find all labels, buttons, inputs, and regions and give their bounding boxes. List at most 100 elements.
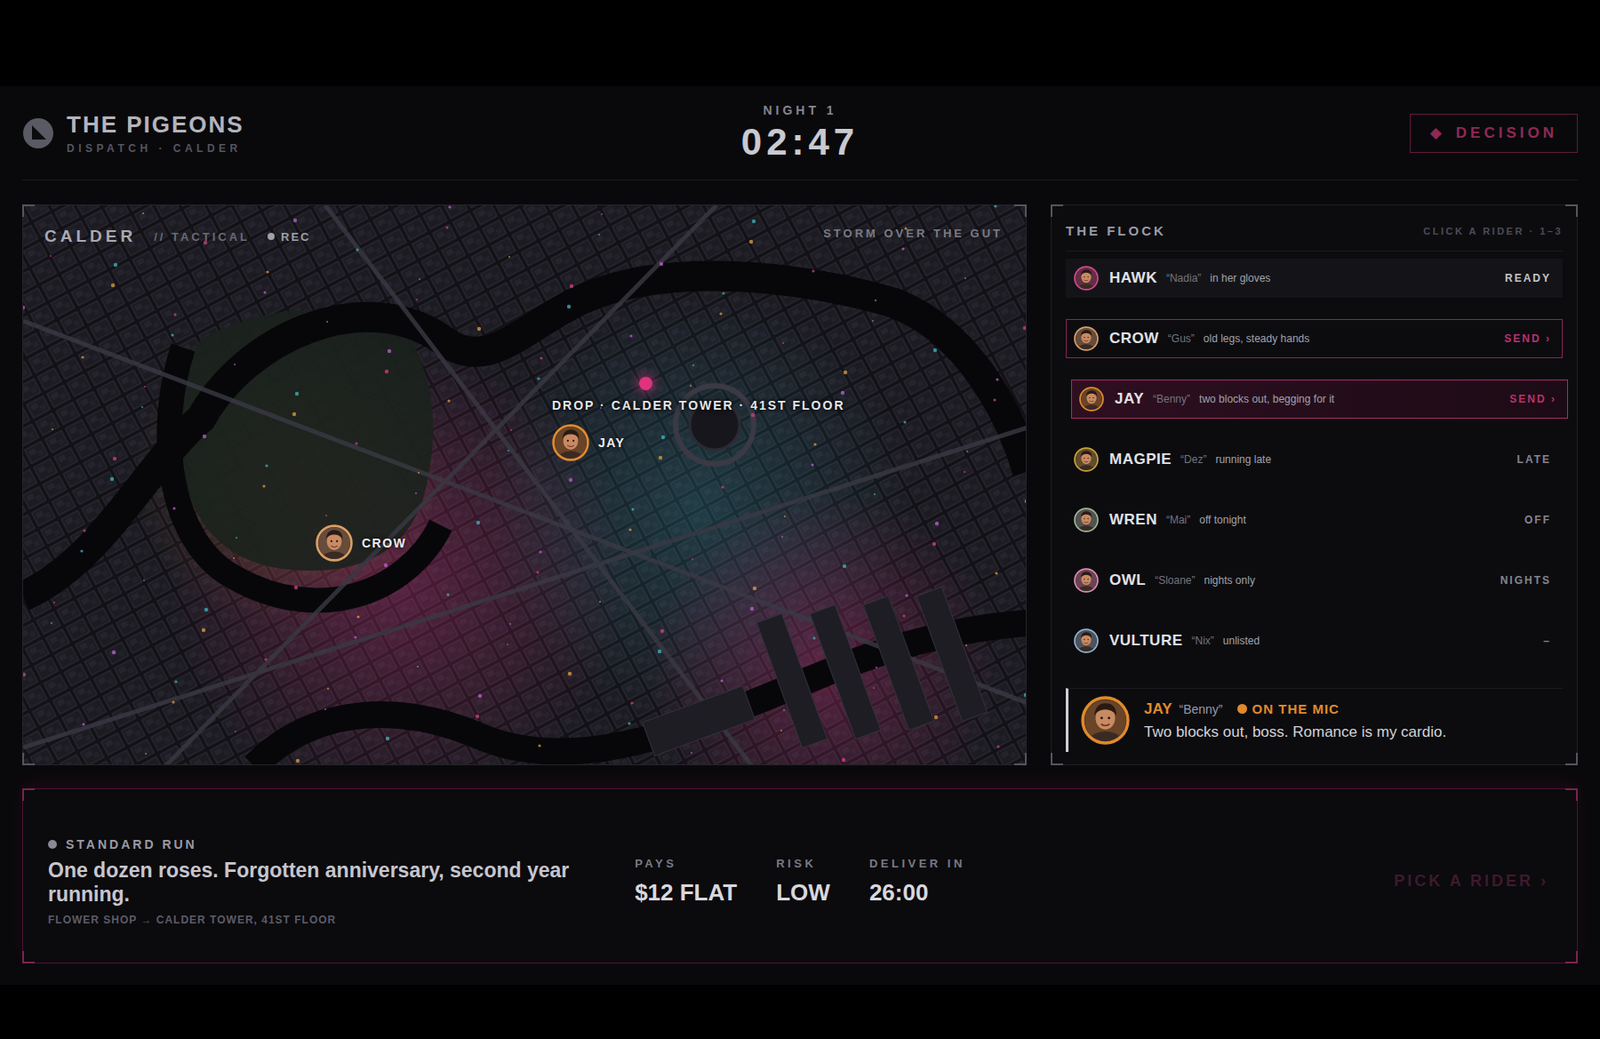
rider-row[interactable]: MAGPIE “Dez” running late LATE	[1065, 440, 1563, 480]
main-area: CALDER // TACTICAL REC STORM OVER THE GUT DR…	[22, 204, 1578, 766]
rider-note: off tonight	[1199, 513, 1516, 527]
rider-status: LATE	[1517, 453, 1552, 466]
rider-status: OFF	[1524, 513, 1552, 527]
pick-rider-button[interactable]: PICK A RIDER ›	[1390, 864, 1552, 898]
wren-avatar-icon	[1073, 507, 1099, 533]
job-tag: STANDARD RUN	[48, 837, 600, 852]
job-route: FLOWER SHOP → CALDER TOWER, 41ST FLOOR	[48, 913, 600, 927]
mic-name: JAY	[1144, 700, 1173, 719]
mic-status: ON THE MIC	[1237, 701, 1340, 717]
stat-label: PAYS	[634, 856, 737, 871]
diamond-icon: ◆	[1430, 123, 1446, 143]
panel-corners	[1050, 204, 1578, 766]
map-panel: CALDER // TACTICAL REC STORM OVER THE GUT DR…	[22, 204, 1027, 766]
mic-text: JAY “Benny” ON THE MIC Two blocks out, boss…	[1144, 700, 1447, 742]
dispatch-screen: THE PIGEONS DISPATCH · CALDER NIGHT 102:47…	[0, 0, 1600, 1039]
header: THE PIGEONS DISPATCH · CALDER NIGHT 102:47…	[22, 86, 1578, 181]
rider-pin[interactable]: CROW	[315, 524, 407, 562]
flock-header: THE FLOCK CLICK A RIDER · 1–3	[1065, 217, 1563, 252]
rider-alias: “Dez”	[1180, 453, 1207, 466]
rider-status: NIGHTS	[1500, 574, 1552, 587]
panel-corners	[22, 204, 1027, 766]
job-stats: PAYS $12 FLAT RISK LOW DELIVER IN 26:00	[634, 856, 966, 907]
job-info: STANDARD RUN One dozen roses. Forgotten a…	[48, 837, 600, 927]
rider-note: unlisted	[1223, 634, 1535, 648]
pin-crow-avatar-icon	[315, 524, 353, 562]
rider-name: VULTURE	[1109, 632, 1184, 650]
flock-hint: CLICK A RIDER · 1–3	[1423, 225, 1563, 237]
rider-status: SEND ›	[1504, 332, 1552, 345]
stat-label: DELIVER IN	[869, 856, 966, 871]
rider-note: two blocks out, begging for it	[1199, 392, 1501, 406]
owl-avatar-icon	[1073, 568, 1099, 593]
rider-name: MAGPIE	[1109, 450, 1172, 469]
rider-row[interactable]: WREN “Mai” off tonight OFF	[1065, 500, 1563, 540]
rider-alias: “Gus”	[1168, 332, 1195, 345]
job-stat: PAYS $12 FLAT	[634, 856, 737, 907]
rider-row[interactable]: VULTURE “Nix” unlisted–	[1065, 621, 1563, 661]
map-title-bar: CALDER // TACTICAL REC	[44, 223, 311, 250]
rider-note: nights only	[1204, 574, 1492, 587]
mic-alias: “Benny”	[1179, 702, 1224, 717]
rider-name: OWL	[1109, 571, 1146, 590]
weather-label: STORM OVER THE GUT	[823, 223, 1003, 244]
flock-panel: THE FLOCK CLICK A RIDER · 1–3 HAWK “Nadia” i…	[1050, 204, 1578, 766]
logo-subtitle: DISPATCH · CALDER	[66, 142, 245, 155]
rider-alias: “Nadia”	[1166, 272, 1201, 285]
rider-name: HAWK	[1109, 269, 1158, 288]
rider-name: JAY	[1114, 390, 1144, 408]
rider-note: in her gloves	[1209, 272, 1496, 285]
logo: THE PIGEONS DISPATCH · CALDER	[22, 111, 742, 155]
logo-text: THE PIGEONS DISPATCH · CALDER	[66, 111, 245, 155]
mic-avatar-icon	[1080, 696, 1130, 745]
rider-name: CROW	[1109, 329, 1160, 348]
rider-status: SEND ›	[1509, 392, 1557, 406]
rider-row[interactable]: HAWK“Nadia”in her glovesREADY	[1065, 258, 1563, 298]
pin-jay-avatar-icon	[552, 424, 590, 462]
decision-label: DECISION	[1456, 124, 1558, 143]
drop-label: DROP · CALDER TOWER · 41ST FLOOR	[552, 398, 846, 413]
night-clock: NIGHT 102:47	[741, 103, 859, 164]
pigeon-logo-icon	[22, 117, 55, 150]
city-map-drawing	[23, 205, 1026, 765]
drop-marker[interactable]	[639, 376, 653, 391]
rider-row[interactable]: OWL “Sloane” nights only NIGHTS	[1065, 560, 1563, 600]
rec-indicator: REC	[267, 230, 311, 244]
rider-note: running late	[1215, 453, 1508, 466]
hawk-avatar-icon	[1073, 265, 1099, 291]
job-title: One dozen roses. Forgotten anniversary, …	[48, 858, 600, 907]
flock-title: THE FLOCK	[1065, 223, 1167, 239]
panel-corners	[22, 788, 1578, 964]
on-the-mic: JAY “Benny” ON THE MIC Two blocks out, boss…	[1065, 688, 1563, 752]
top-band	[0, 0, 1600, 87]
mic-quote: Two blocks out, boss. Romance is my card…	[1144, 723, 1447, 742]
rider-status: –	[1543, 634, 1552, 648]
job-panel: STANDARD RUN One dozen roses. Forgotten a…	[22, 788, 1578, 964]
job-stat: RISK LOW	[776, 856, 831, 907]
night-label: NIGHT 1	[762, 103, 837, 118]
jay-avatar-icon	[1079, 386, 1104, 412]
map-title: CALDER	[44, 226, 136, 247]
rider-name: WREN	[1109, 511, 1158, 529]
rider-alias: “Sloane”	[1154, 574, 1195, 587]
rider-alias: “Nix”	[1192, 634, 1215, 648]
stat-value: LOW	[776, 879, 831, 907]
stat-value: $12 FLAT	[634, 879, 737, 907]
rider-row[interactable]: JAY“Benny”two blocks out, begging for it…	[1071, 379, 1568, 419]
rider-pin[interactable]: JAY	[552, 424, 625, 462]
pin-label: CROW	[361, 536, 407, 551]
logo-title: THE PIGEONS	[66, 111, 245, 139]
rider-row[interactable]: CROW“Gus”old legs, steady handsSEND ›	[1065, 319, 1563, 359]
rider-alias: “Mai”	[1166, 513, 1191, 527]
crow-avatar-icon	[1073, 326, 1099, 352]
map-mode: // TACTICAL	[153, 230, 250, 244]
magpie-avatar-icon	[1073, 447, 1099, 472]
rider-list: HAWK“Nadia”in her glovesREADYCROW“Gus”ol…	[1065, 258, 1563, 661]
stat-value: 26:00	[869, 879, 966, 907]
stat-label: RISK	[776, 856, 831, 871]
pin-label: JAY	[598, 435, 625, 450]
map-canvas[interactable]	[23, 205, 1026, 765]
job-dot-icon	[48, 840, 57, 849]
dispatch-shell: THE PIGEONS DISPATCH · CALDER NIGHT 102:47…	[0, 86, 1600, 985]
decision-button[interactable]: ◆ DECISION	[1409, 113, 1578, 153]
